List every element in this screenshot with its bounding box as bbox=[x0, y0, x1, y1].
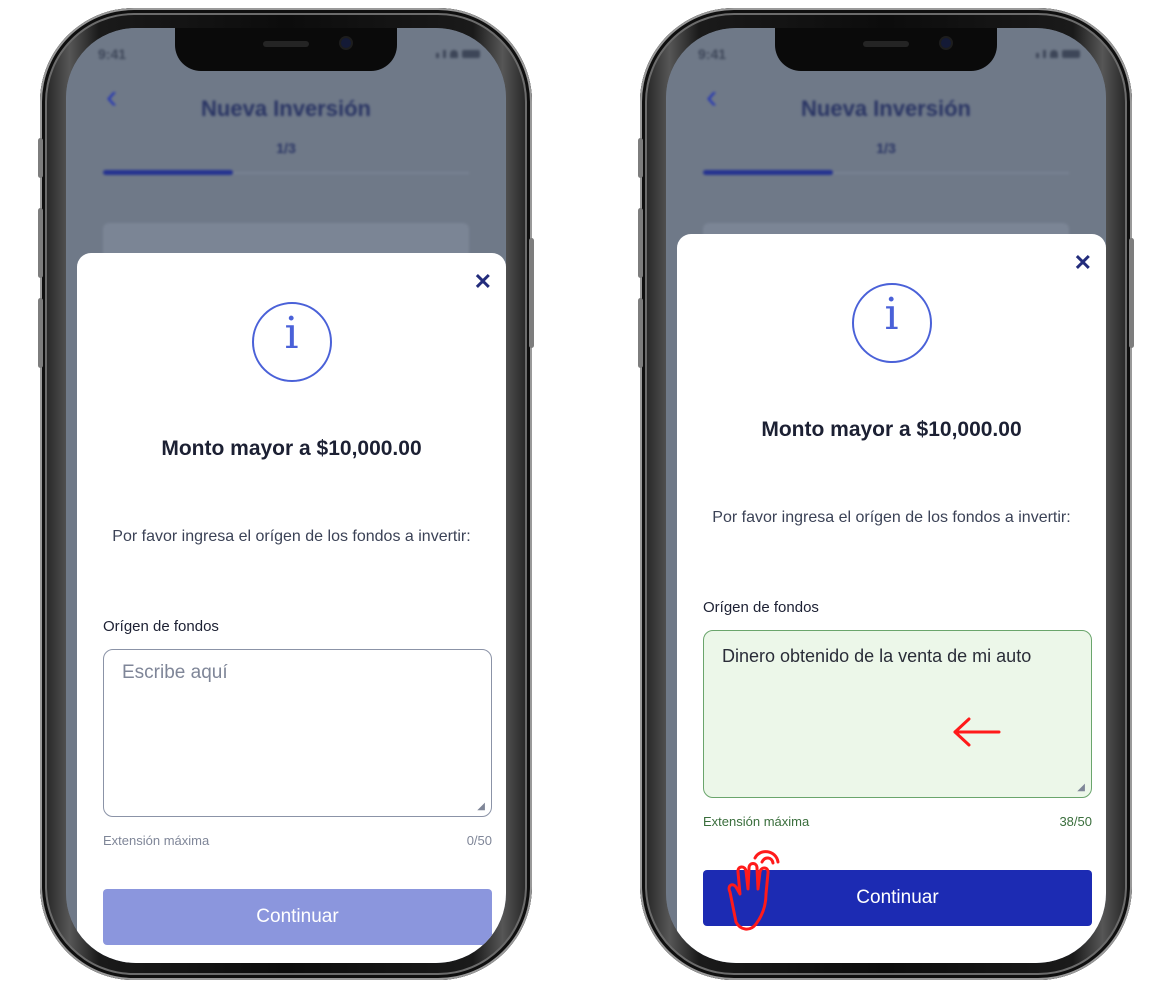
status-time: 9:41 bbox=[698, 46, 727, 62]
phone-mockup-empty: 9:41 ‹ Nueva Inversión 1/3 ✕ i Monto may… bbox=[38, 8, 534, 980]
status-icons bbox=[1036, 50, 1080, 58]
helper-row: Extensión máxima 38/50 bbox=[703, 814, 1092, 829]
camera-icon bbox=[341, 38, 351, 48]
nav-step: 1/3 bbox=[876, 140, 896, 156]
signal-icon bbox=[436, 53, 439, 58]
helper-row: Extensión máxima 0/50 bbox=[103, 833, 492, 848]
textarea-value: Dinero obtenido de la venta de mi auto bbox=[722, 646, 1032, 666]
volume-up-button bbox=[638, 208, 643, 278]
power-button bbox=[1129, 238, 1134, 348]
origin-funds-textarea[interactable]: Dinero obtenido de la venta de mi auto ◢ bbox=[703, 630, 1092, 798]
modal-title: Monto mayor a $10,000.00 bbox=[161, 437, 422, 460]
camera-icon bbox=[941, 38, 951, 48]
wifi-icon bbox=[450, 50, 458, 58]
continue-button-disabled[interactable]: Continuar bbox=[103, 889, 492, 945]
info-icon: i bbox=[251, 302, 332, 382]
speaker-grille bbox=[263, 41, 309, 47]
resize-grip-icon[interactable]: ◢ bbox=[477, 801, 485, 812]
close-icon[interactable]: ✕ bbox=[474, 271, 492, 293]
modal-title: Monto mayor a $10,000.00 bbox=[761, 418, 1022, 441]
notch bbox=[775, 28, 997, 71]
resize-grip-icon[interactable]: ◢ bbox=[1077, 782, 1085, 793]
phone-screen: 9:41 ‹ Nueva Inversión 1/3 ✕ i Monto may… bbox=[666, 28, 1106, 963]
battery-icon bbox=[462, 50, 480, 58]
field-label: Orígen de fondos bbox=[703, 599, 819, 616]
volume-down-button bbox=[638, 298, 643, 368]
modal-message: Por favor ingresa el orígen de los fondo… bbox=[712, 509, 1071, 526]
origin-funds-textarea[interactable]: Escribe aquí ◢ bbox=[103, 649, 492, 817]
close-icon[interactable]: ✕ bbox=[1074, 252, 1092, 274]
textarea-placeholder: Escribe aquí bbox=[122, 662, 228, 683]
signal-icon bbox=[443, 50, 446, 58]
signal-icon bbox=[1036, 53, 1039, 58]
signal-icon bbox=[1043, 50, 1046, 58]
info-glyph: i bbox=[284, 308, 299, 359]
power-button bbox=[529, 238, 534, 348]
info-glyph: i bbox=[884, 289, 899, 340]
nav-step: 1/3 bbox=[276, 140, 296, 156]
tap-hand-cursor-icon bbox=[727, 850, 780, 931]
bottom-sheet-modal: ✕ i Monto mayor a $10,000.00 Por favor i… bbox=[77, 253, 506, 963]
progress-fill bbox=[103, 170, 233, 175]
phone-mockup-filled: 9:41 ‹ Nueva Inversión 1/3 ✕ i Monto may… bbox=[638, 8, 1134, 980]
progress-fill bbox=[703, 170, 833, 175]
char-counter: 0/50 bbox=[466, 833, 492, 848]
bottom-sheet-modal: ✕ i Monto mayor a $10,000.00 Por favor i… bbox=[677, 234, 1106, 963]
helper-text: Extensión máxima bbox=[703, 814, 810, 829]
speaker-grille bbox=[863, 41, 909, 47]
phone-screen: 9:41 ‹ Nueva Inversión 1/3 ✕ i Monto may… bbox=[66, 28, 506, 963]
volume-down-button bbox=[38, 298, 43, 368]
nav-title: Nueva Inversión bbox=[801, 96, 971, 121]
info-icon: i bbox=[851, 283, 932, 363]
battery-icon bbox=[1062, 50, 1080, 58]
mute-switch bbox=[38, 138, 43, 178]
nav-title: Nueva Inversión bbox=[201, 96, 371, 121]
red-arrow-annotation-icon bbox=[953, 717, 1001, 747]
char-counter: 38/50 bbox=[1059, 814, 1092, 829]
mute-switch bbox=[638, 138, 643, 178]
status-time: 9:41 bbox=[98, 46, 127, 62]
status-icons bbox=[436, 50, 480, 58]
field-label: Orígen de fondos bbox=[103, 618, 219, 635]
helper-text: Extensión máxima bbox=[103, 833, 210, 848]
volume-up-button bbox=[38, 208, 43, 278]
notch bbox=[175, 28, 397, 71]
modal-message: Por favor ingresa el orígen de los fondo… bbox=[112, 528, 471, 545]
wifi-icon bbox=[1050, 50, 1058, 58]
